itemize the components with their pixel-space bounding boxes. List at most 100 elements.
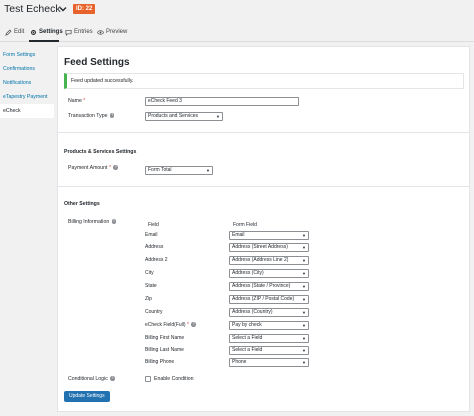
mapping-select[interactable]: Pay by check ▼ [229, 321, 309, 330]
mapping-select[interactable]: Address (City) ▼ [229, 269, 309, 278]
toolbar-edit-label: Edit [14, 29, 25, 35]
mapping-field-label: Zip [145, 296, 152, 302]
divider [58, 186, 469, 187]
mapping-field-label: Address [145, 244, 164, 250]
feed-settings-panel: Feed Settings Feed updated successfully.… [57, 46, 470, 412]
billing-information-label: Billing Information ? [68, 219, 117, 225]
mapping-select-value: Email [232, 232, 245, 238]
caret-down-icon: ▼ [302, 258, 306, 263]
mapping-select[interactable]: Address (Street Address) ▼ [229, 243, 309, 252]
settings-sidebar: Form Settings Confirmations Notification… [0, 48, 54, 118]
top-bar: Test Echeck ID: 22 [0, 0, 474, 20]
column-header-field: Field [148, 222, 159, 228]
sidebar-item-etapestry-payment[interactable]: eTapestry Payment [0, 90, 54, 104]
page-title: Feed Settings [64, 57, 130, 68]
mapping-field-label: Email [145, 232, 158, 238]
payment-amount-label: Payment Amount * ? [68, 165, 118, 171]
sidebar-item-confirmations[interactable]: Confirmations [0, 62, 54, 76]
mapping-select-value: Select a Field [232, 347, 263, 353]
transaction-type-label: Transaction Type ? [68, 113, 115, 119]
mapping-select-value: Phone [232, 359, 247, 365]
toolbar-entries-label: Entries [74, 29, 93, 35]
mapping-select-value: Address (Street Address) [232, 244, 288, 250]
mapping-select-value: Address (Country) [232, 309, 273, 315]
caret-down-icon: ▼ [302, 336, 306, 341]
mapping-select-value: Address (Address Line 2) [232, 257, 289, 263]
conditional-logic-label: Conditional Logic ? [68, 376, 115, 382]
products-section-heading: Products & Services Settings [64, 149, 137, 155]
success-notice: Feed updated successfully. [64, 73, 464, 89]
form-toolbar: Edit Settings Entries Preview [0, 22, 474, 42]
form-id-badge: ID: 22 [73, 4, 96, 14]
toolbar-settings[interactable]: Settings [30, 27, 63, 37]
required-marker: * [83, 98, 86, 104]
required-marker: * [108, 165, 111, 171]
caret-down-icon: ▼ [302, 348, 306, 353]
caret-down-icon: ▼ [302, 360, 306, 365]
mapping-field-label-text: eCheck Field(Full) [145, 322, 186, 328]
toolbar-entries[interactable]: Entries [65, 27, 93, 37]
mapping-select-value: Address (ZIP / Postal Code) [232, 296, 295, 302]
mapping-field-label: Billing Phone [145, 359, 175, 365]
column-header-form-field: Form Field [233, 222, 257, 228]
toolbar-preview-label: Preview [106, 29, 128, 35]
toolbar-edit[interactable]: Edit [5, 27, 24, 37]
chevron-down-icon[interactable] [58, 4, 68, 14]
payment-amount-value: Form Total [148, 167, 172, 173]
sidebar-item-form-settings[interactable]: Form Settings [0, 48, 54, 62]
toolbar-preview[interactable]: Preview [97, 27, 127, 37]
enable-condition-checkbox[interactable] [145, 376, 151, 382]
help-icon[interactable]: ? [111, 219, 117, 224]
enable-condition-label: Enable Condition [154, 376, 194, 382]
name-label-text: Name [68, 98, 82, 104]
mapping-select[interactable]: Address (State / Province) ▼ [229, 282, 309, 291]
name-input[interactable]: eCheck Feed 3 [145, 97, 299, 106]
mapping-select[interactable]: Phone ▼ [229, 358, 309, 367]
mapping-select-value: Select a Field [232, 335, 263, 341]
toolbar-settings-label: Settings [39, 29, 63, 35]
payment-amount-select[interactable]: Form Total ▼ [145, 166, 213, 175]
help-icon[interactable]: ? [191, 322, 196, 327]
mapping-select-value: Address (State / Province) [232, 283, 291, 289]
transaction-type-select[interactable]: Products and Services ▼ [145, 112, 223, 121]
mapping-select[interactable]: Address (Address Line 2) ▼ [229, 256, 309, 265]
mapping-select[interactable]: Select a Field ▼ [229, 346, 309, 355]
name-label: Name * [68, 98, 85, 104]
payment-amount-label-text: Payment Amount [68, 165, 108, 171]
caret-down-icon: ▼ [302, 245, 306, 250]
caret-down-icon: ▼ [206, 168, 210, 173]
help-icon[interactable]: ? [109, 113, 115, 118]
mapping-field-label: Address 2 [145, 257, 168, 263]
divider [58, 132, 469, 133]
caret-down-icon: ▼ [302, 284, 306, 289]
active-tab-indicator [29, 40, 59, 42]
form-title: Test Echeck [4, 3, 61, 15]
mapping-select[interactable]: Select a Field ▼ [229, 334, 309, 343]
mapping-field-label: Country [145, 309, 163, 315]
mapping-select[interactable]: Email ▼ [229, 231, 309, 240]
other-section-heading: Other Settings [64, 201, 100, 207]
update-settings-button[interactable]: Update Settings [64, 391, 110, 402]
comment-icon [65, 29, 72, 36]
mapping-field-label: State [145, 283, 157, 289]
eye-icon [97, 29, 104, 35]
caret-down-icon: ▼ [302, 233, 306, 238]
pencil-icon [5, 29, 12, 36]
mapping-field-label: eCheck Field(Full) * ? [145, 322, 196, 328]
transaction-type-value: Products and Services [148, 113, 199, 119]
help-icon[interactable]: ? [110, 376, 115, 381]
conditional-logic-label-text: Conditional Logic [68, 376, 108, 382]
caret-down-icon: ▼ [302, 271, 306, 276]
sidebar-item-notifications[interactable]: Notifications [0, 76, 54, 90]
mapping-field-label: City [145, 270, 154, 276]
mapping-select-value: Pay by check [232, 322, 262, 328]
help-icon[interactable]: ? [113, 165, 118, 170]
required-marker: * [186, 322, 189, 328]
caret-down-icon: ▼ [302, 323, 306, 328]
mapping-select[interactable]: Address (Country) ▼ [229, 308, 309, 317]
mapping-field-label: Billing First Name [145, 335, 185, 341]
caret-down-icon: ▼ [302, 297, 306, 302]
mapping-select[interactable]: Address (ZIP / Postal Code) ▼ [229, 295, 309, 304]
sidebar-item-echeck[interactable]: eCheck [0, 104, 54, 118]
caret-down-icon: ▼ [302, 310, 306, 315]
